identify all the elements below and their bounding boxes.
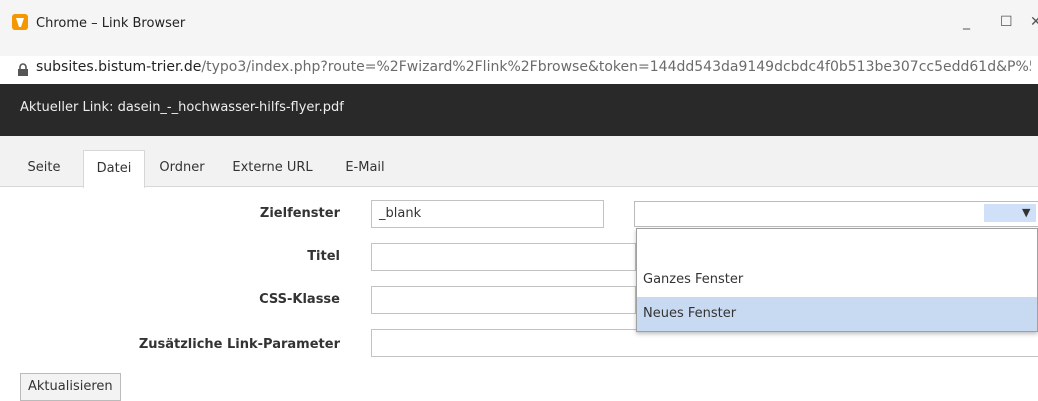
select-arrow[interactable]: ▼ [984, 204, 1036, 222]
dropdown-option-empty[interactable] [637, 229, 1037, 263]
close-button[interactable]: ✕ [1030, 14, 1038, 30]
tab-email[interactable]: E-Mail [332, 150, 398, 186]
css-class-label: CSS-Klasse [259, 292, 340, 307]
maximize-button[interactable]: ☐ [1000, 14, 1013, 30]
css-class-input[interactable] [371, 286, 636, 314]
tab-externe-url[interactable]: Externe URL [225, 150, 320, 186]
target-select[interactable] [634, 201, 1038, 227]
link-params-label: Zusätzliche Link-Parameter [138, 337, 340, 352]
target-label: Zielfenster [259, 206, 340, 221]
url-path: /typo3/index.php?route=%2Fwizard%2Flink%… [201, 59, 1031, 75]
title-label: Titel [307, 249, 340, 264]
tab-datei[interactable]: Datei [83, 150, 145, 188]
dropdown-option-neues-fenster[interactable]: Neues Fenster [637, 297, 1037, 331]
current-link-text: Aktueller Link: dasein_-_hochwasser-hilf… [20, 100, 344, 115]
window-title: Chrome – Link Browser [36, 16, 186, 31]
dropdown-option-ganzes-fenster[interactable]: Ganzes Fenster [637, 263, 1037, 297]
tab-seite[interactable]: Seite [22, 150, 66, 186]
target-input[interactable]: _blank [371, 200, 604, 228]
target-dropdown: Ganzes Fenster Neues Fenster [636, 228, 1038, 332]
typo3-logo-icon [12, 14, 28, 30]
title-input[interactable] [371, 243, 636, 271]
minimize-button[interactable]: _ [963, 14, 970, 30]
update-button[interactable]: Aktualisieren [20, 373, 121, 401]
chevron-down-icon: ▼ [1022, 206, 1031, 219]
tab-ordner[interactable]: Ordner [152, 150, 212, 186]
link-params-input[interactable] [371, 329, 1038, 357]
url-host: subsites.bistum-trier.de [36, 59, 202, 75]
lock-icon [16, 62, 30, 76]
url-text[interactable]: subsites.bistum-trier.de/typo3/index.php… [36, 59, 1031, 75]
